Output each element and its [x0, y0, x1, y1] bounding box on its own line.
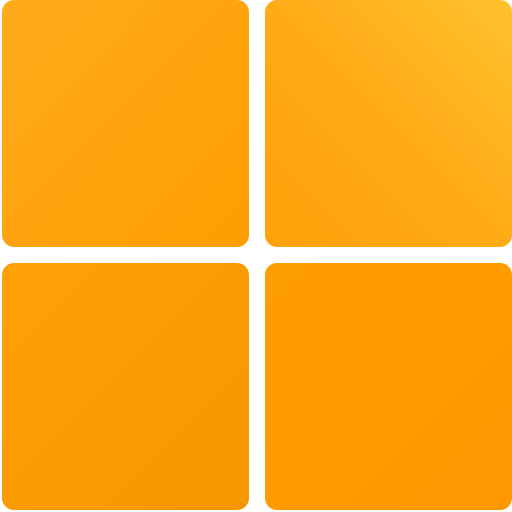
windows-logo-icon: [0, 0, 512, 512]
logo-tile-bottom-left: [2, 263, 249, 510]
logo-tile-top-left: [2, 0, 249, 247]
logo-tile-bottom-right: [265, 263, 512, 510]
logo-tile-top-right: [265, 0, 512, 247]
